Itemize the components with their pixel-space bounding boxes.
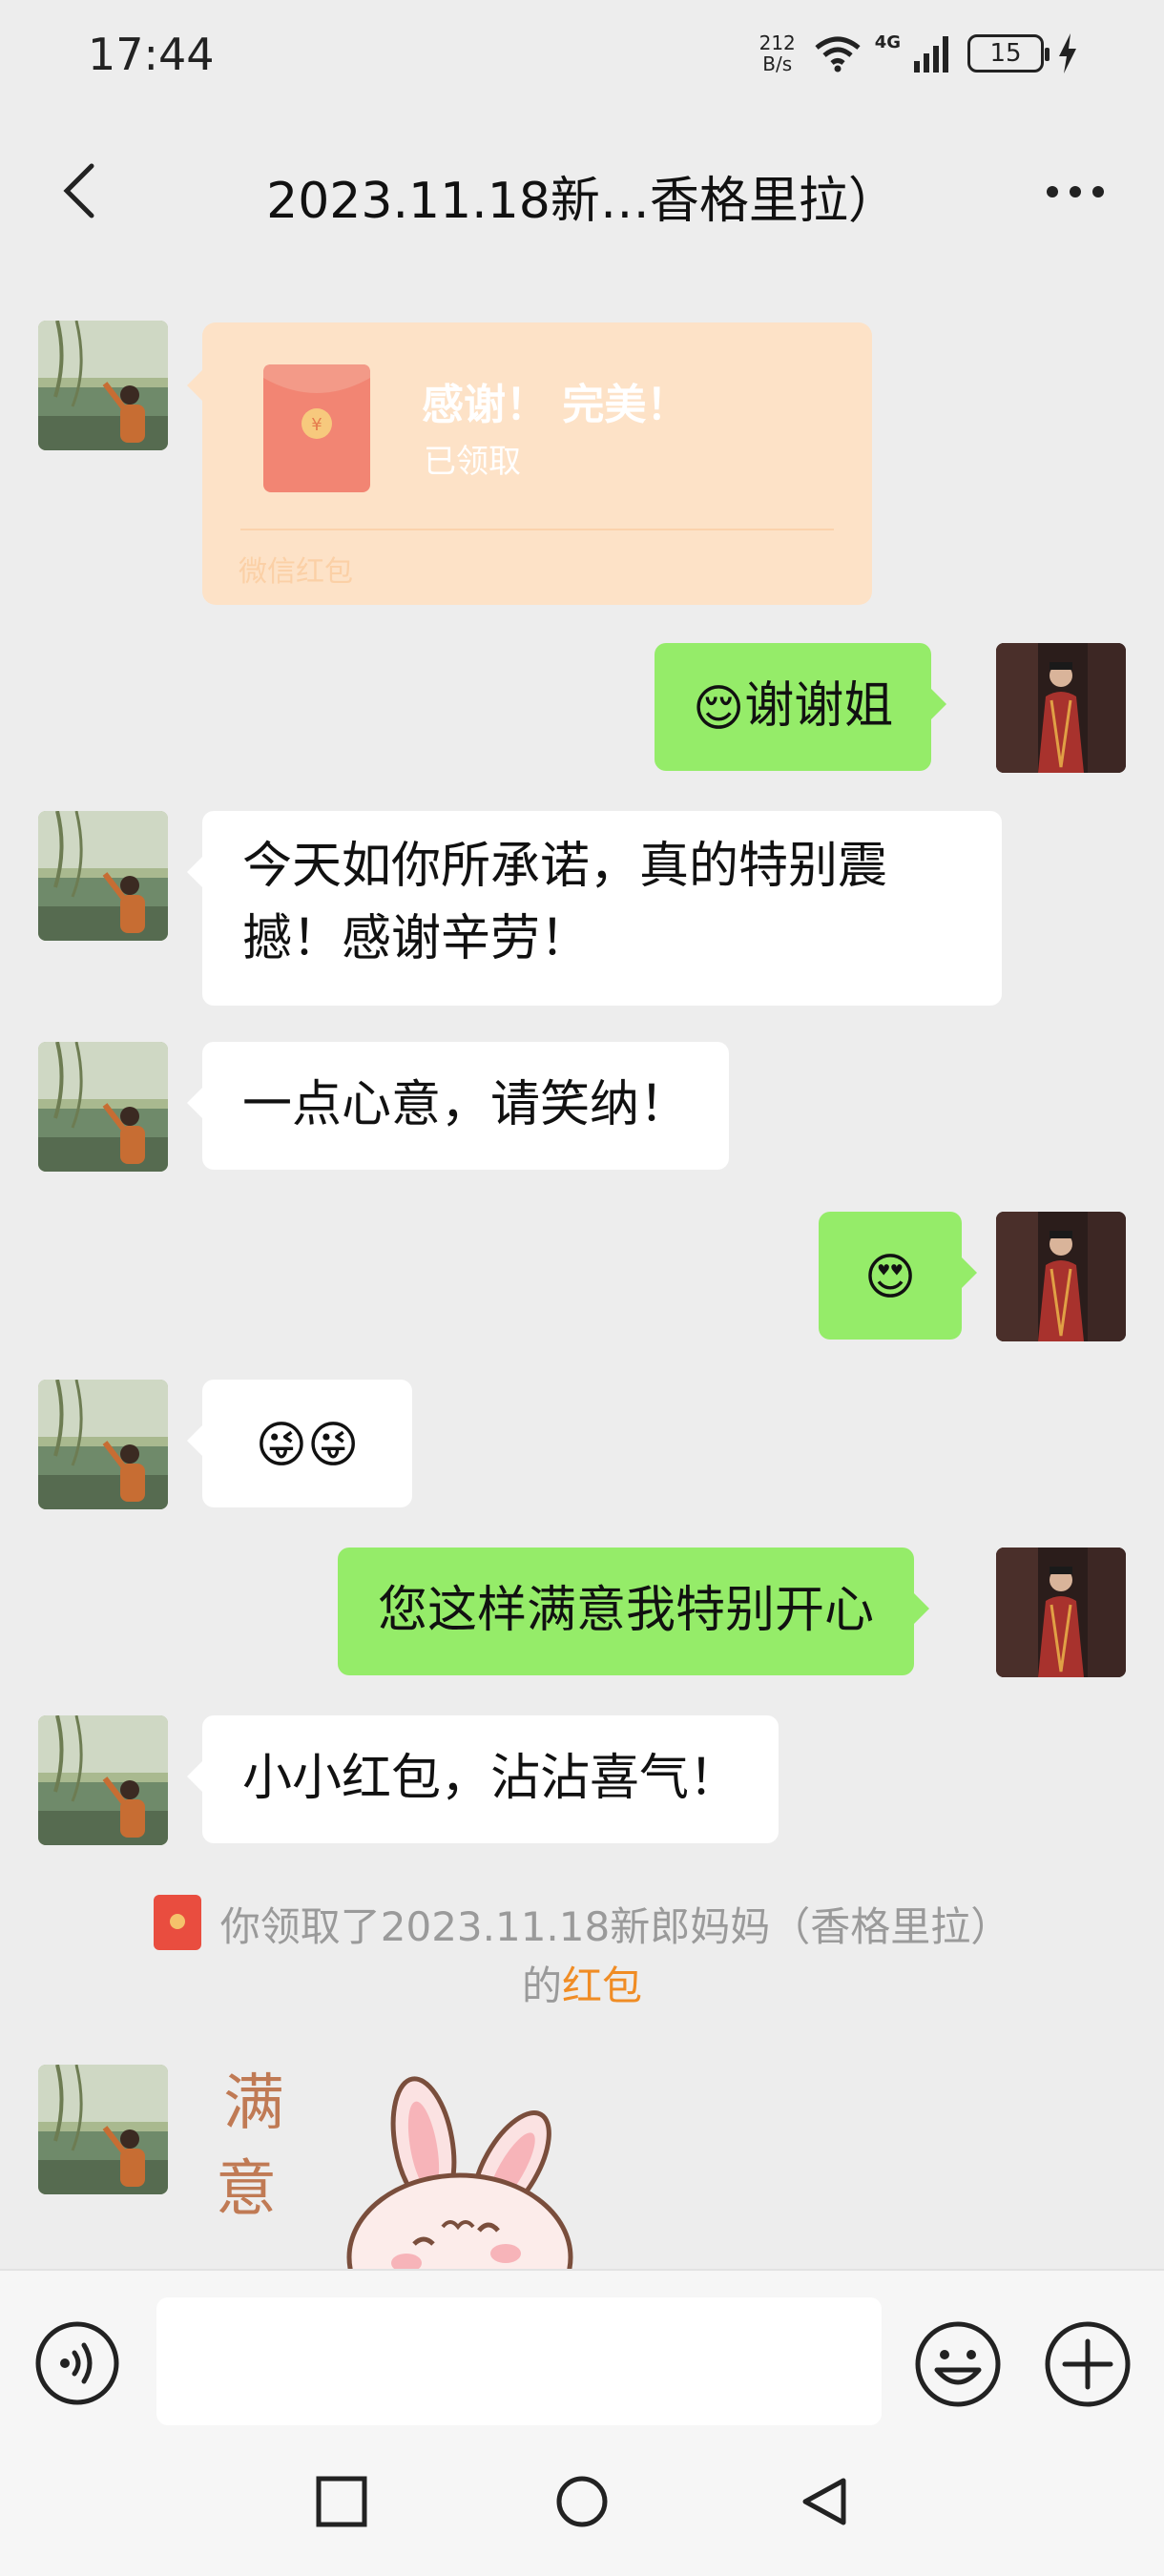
- sticker-caption-char-2: 意: [216, 2154, 277, 2225]
- system-navigation-bar: [0, 2442, 1164, 2576]
- recent-apps-icon[interactable]: [315, 2475, 368, 2528]
- winking-tongue-emoji: 😜😜: [255, 1417, 360, 1474]
- message-text: 小小红包，沾沾喜气！: [242, 1750, 739, 1807]
- contact-avatar[interactable]: [38, 1715, 168, 1845]
- status-time: 17:44: [88, 29, 215, 80]
- user-avatar[interactable]: [996, 643, 1126, 773]
- back-arrow-icon[interactable]: [53, 162, 111, 219]
- more-options-icon[interactable]: [1046, 185, 1105, 198]
- contact-avatar[interactable]: [38, 1042, 168, 1172]
- red-packet-status: 已领取: [424, 443, 521, 481]
- message-input[interactable]: [156, 2297, 882, 2425]
- red-packet-icon: [153, 1895, 201, 1950]
- charging-icon: [1059, 33, 1076, 73]
- message-text: 一点心意，请笑纳！: [242, 1076, 690, 1133]
- contact-avatar[interactable]: [38, 321, 168, 450]
- status-bar: 17:44 212 B/s 4G 15: [0, 0, 1164, 114]
- bunny-sticker[interactable]: 满 意: [202, 2067, 603, 2269]
- received-message-bubble[interactable]: 一点心意，请笑纳！: [186, 1042, 730, 1170]
- contact-avatar[interactable]: [38, 811, 168, 941]
- chat-message-list[interactable]: ¥ 感谢！ 完美！ 已领取 微信红包 😌谢谢姐 今天如你所承诺，真的特别震 撼！…: [0, 258, 1164, 2269]
- bunny-sticker-image: 满 意: [216, 2068, 573, 2269]
- contact-avatar[interactable]: [38, 1380, 168, 1509]
- sticker-caption-char-1: 满: [223, 2068, 284, 2139]
- voice-input-icon[interactable]: [34, 2320, 120, 2406]
- system-notice: 你领取了2023.11.18新郎妈妈（香格里拉） 的红包: [0, 1895, 1164, 2016]
- contact-avatar[interactable]: [38, 2065, 168, 2194]
- message-text: 谢谢姐: [744, 677, 894, 735]
- red-packet-message[interactable]: ¥ 感谢！ 完美！ 已领取 微信红包: [187, 322, 872, 605]
- sent-message-bubble[interactable]: 您这样满意我特别开心: [338, 1548, 930, 1675]
- received-message-bubble[interactable]: 今天如你所承诺，真的特别震 撼！感谢辛劳！: [187, 811, 1002, 1006]
- relieved-face-emoji: 😌: [693, 680, 745, 737]
- chat-title: 2023.11.18新…香格里拉）: [266, 173, 898, 230]
- message-input-bar: [0, 2269, 1164, 2442]
- red-packet-title: 感谢！ 完美！: [422, 381, 689, 429]
- emoji-icon[interactable]: [914, 2320, 1002, 2408]
- signal-icon: [914, 36, 948, 73]
- back-icon[interactable]: [798, 2475, 851, 2528]
- network-speed: 212 B/s: [759, 31, 796, 75]
- message-text-line: 撼！感谢辛劳！: [242, 910, 591, 967]
- user-avatar[interactable]: [996, 1548, 1126, 1677]
- chat-header: 2023.11.18新…香格里拉）: [0, 124, 1164, 258]
- sent-message-bubble[interactable]: 😌谢谢姐: [655, 643, 947, 771]
- red-envelope-icon: ¥: [263, 364, 370, 492]
- battery-indicator: 15: [967, 34, 1050, 73]
- received-message-bubble[interactable]: 😜😜: [187, 1380, 412, 1507]
- message-text-line: 今天如你所承诺，真的特别震: [242, 838, 888, 895]
- received-message-bubble[interactable]: 小小红包，沾沾喜气！: [186, 1715, 779, 1843]
- message-text: 您这样满意我特别开心: [378, 1582, 875, 1639]
- status-icons: 212 B/s 4G 15: [755, 32, 1078, 74]
- add-attachment-icon[interactable]: [1044, 2320, 1132, 2408]
- system-notice-line: 你领取了2023.11.18新郎妈妈（香格里拉）: [0, 1895, 1164, 1957]
- heart-eyes-emoji: 😍: [863, 1249, 917, 1306]
- svg-text:¥: ¥: [311, 415, 322, 435]
- red-packet-footer: 微信红包: [239, 555, 353, 589]
- red-packet-divider: [240, 529, 834, 530]
- system-notice-line: 的红包: [521, 1963, 643, 2009]
- red-packet-link[interactable]: 红包: [562, 1963, 642, 2009]
- home-icon[interactable]: [555, 2475, 609, 2528]
- sent-message-bubble[interactable]: 😍: [819, 1212, 977, 1340]
- user-avatar[interactable]: [996, 1212, 1126, 1341]
- wifi-icon: [815, 36, 861, 73]
- network-type: 4G: [874, 32, 901, 52]
